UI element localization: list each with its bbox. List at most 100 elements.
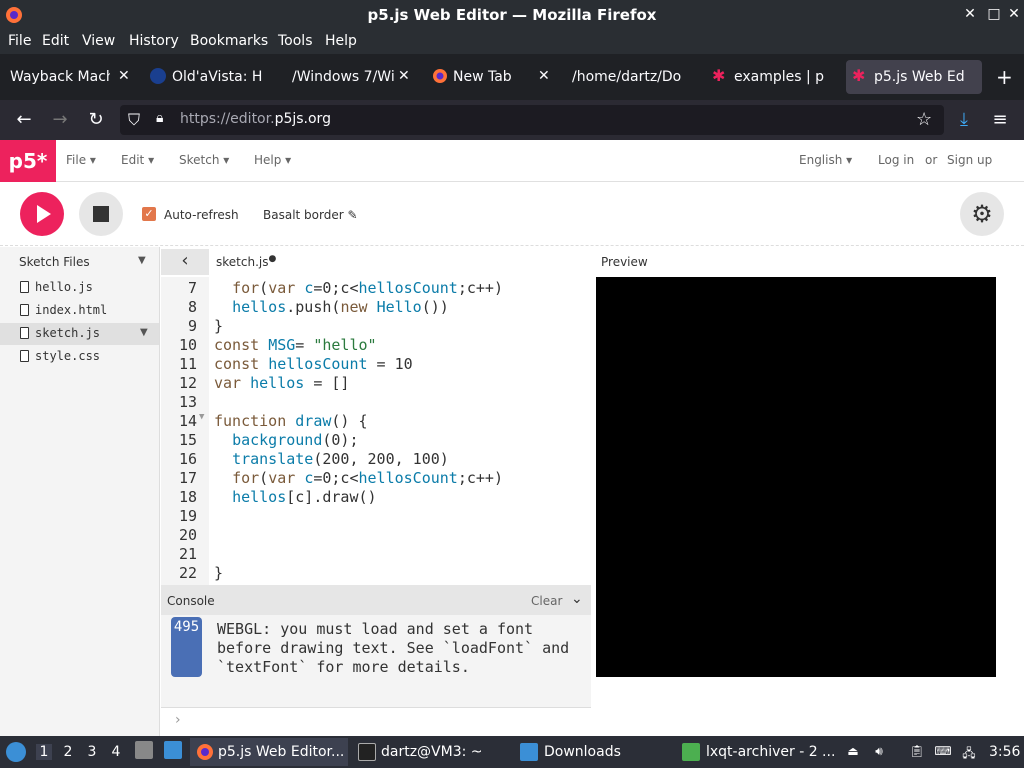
download-icon[interactable]: ⤓ [952, 108, 976, 132]
taskbar: 1 2 3 4 p5.js Web Editor... dartz@VM3: ~… [0, 736, 1024, 768]
chevron-right-icon: › [175, 712, 181, 728]
navigation-bar: ← → ↻ ⛉ 🔒︎ https://editor.p5js.org ☆ ⤓ ≡ [0, 100, 1024, 140]
volume-icon[interactable]: 🔊︎ [870, 744, 888, 760]
menu-history[interactable]: History [129, 33, 179, 49]
firefox-icon [433, 69, 447, 83]
file-item-index-html[interactable]: index.html [0, 300, 159, 322]
task-firefox[interactable]: p5.js Web Editor... [190, 738, 348, 766]
p5-asterisk-icon: ✱ [712, 66, 726, 85]
tab-wayback[interactable]: Wayback Machi ✕ [0, 60, 140, 94]
menu-view[interactable]: View [82, 33, 115, 49]
p5-logo[interactable]: p5* [0, 140, 56, 182]
clipboard-icon[interactable]: 📋︎ [908, 744, 926, 760]
sidebar-header: Sketch Files ▼ [0, 247, 160, 277]
sketch-name[interactable]: Basalt border ✎ [263, 208, 358, 222]
url-bar[interactable]: ⛉ 🔒︎ https://editor.p5js.org ☆ [120, 105, 944, 135]
file-item-style-css[interactable]: style.css [0, 346, 159, 368]
console-input[interactable]: › [161, 707, 591, 736]
chevron-down-icon[interactable]: ⌄ [571, 591, 583, 607]
or-text: or [925, 153, 938, 167]
autorefresh-checkbox[interactable]: ✓ [142, 207, 156, 221]
close-icon[interactable]: ✕ [118, 68, 130, 84]
tab-examples[interactable]: ✱ examples | p [706, 60, 844, 94]
archive-icon [682, 743, 700, 761]
plus-icon: + [996, 65, 1013, 89]
autorefresh-label: Auto-refresh [164, 208, 239, 222]
browser-menubar: File Edit View History Bookmarks Tools H… [0, 30, 1024, 54]
console-title: Console [167, 594, 215, 608]
tab-new-tab[interactable]: New Tab ✕ [426, 60, 562, 94]
maximize-button[interactable]: □ [984, 4, 1004, 24]
task-archiver[interactable]: lxqt-archiver - 2 ... [678, 738, 836, 766]
eject-icon[interactable]: ⏏ [844, 744, 862, 760]
play-button[interactable] [20, 192, 64, 236]
file-item-hello-js[interactable]: hello.js [0, 277, 159, 299]
star-icon[interactable]: ☆ [916, 109, 932, 130]
tab-oldavista[interactable]: Old'aVista: H [142, 60, 282, 94]
language-select[interactable]: English ▾ [799, 153, 852, 167]
workspace-3[interactable]: 3 [84, 744, 100, 760]
code-line: 14 ▼ function draw() { [178, 412, 368, 430]
task-downloads[interactable]: Downloads [516, 738, 666, 766]
reload-button[interactable]: ↻ [84, 108, 108, 132]
workspace-2[interactable]: 2 [60, 744, 76, 760]
file-icon [20, 281, 29, 293]
workspace-4[interactable]: 4 [108, 744, 124, 760]
workspace-1[interactable]: 1 [36, 744, 52, 760]
p5-toolbar: ✓ Auto-refresh Basalt border ✎ ⚙ [0, 182, 1024, 246]
unsaved-dot-icon: ● [268, 254, 277, 264]
menu-help[interactable]: Help [325, 33, 357, 49]
keyboard-icon[interactable]: ⌨ [934, 744, 952, 760]
tab-p5-editor[interactable]: ✱ p5.js Web Ed [846, 60, 982, 94]
window-titlebar: p5.js Web Editor — Mozilla Firefox ✕ □ ✕ [0, 0, 1024, 30]
close-icon[interactable]: ✕ [398, 68, 410, 84]
p5-menu-edit[interactable]: Edit ▾ [121, 153, 154, 167]
new-tab-button[interactable]: + [992, 60, 1016, 94]
p5-asterisk-icon: ✱ [852, 66, 866, 85]
back-button[interactable]: ← [12, 108, 36, 132]
task-terminal[interactable]: dartz@VM3: ~ [354, 738, 504, 766]
start-menu-icon[interactable] [6, 742, 26, 762]
menu-bookmarks[interactable]: Bookmarks [190, 33, 268, 49]
shield-icon[interactable]: ⛉ [128, 110, 140, 130]
preview-canvas[interactable] [596, 277, 996, 677]
clock: 3:56 [989, 744, 1021, 760]
signup-link[interactable]: Sign up [947, 153, 992, 167]
p5-menu-file[interactable]: File ▾ [66, 153, 96, 167]
settings-button[interactable]: ⚙ [960, 192, 1004, 236]
code-editor[interactable]: 7 for(var c=0;c<hellosCount;c++) 8 hello… [161, 277, 591, 585]
minimize-button[interactable]: ✕ [960, 4, 980, 24]
sketch-files-sidebar: Sketch Files ▼ hello.js index.html sketc… [0, 247, 160, 736]
file-item-sketch-js[interactable]: sketch.js ▼ [0, 323, 159, 345]
editor-file-tab[interactable]: sketch.js● [216, 254, 277, 269]
console-header: Console Clear ⌄ [161, 585, 591, 615]
tab-home-dartz[interactable]: /home/dartz/Do [564, 60, 704, 94]
chevron-left-icon: ‹ [181, 250, 189, 271]
p5-header: p5* File ▾ Edit ▾ Sketch ▾ Help ▾ Englis… [0, 140, 1024, 182]
chevron-down-icon[interactable]: ▼ [138, 255, 146, 266]
login-link[interactable]: Log in [878, 153, 914, 167]
collapse-sidebar-button[interactable]: ‹ [161, 249, 209, 275]
console-panel: Console Clear ⌄ 495 WEBGL: you must load… [161, 585, 591, 736]
menu-file[interactable]: File [8, 33, 31, 49]
file-manager-icon[interactable] [164, 741, 182, 759]
chevron-down-icon[interactable]: ▼ [140, 327, 148, 338]
tab-windows7[interactable]: /Windows 7/Wir ✕ [284, 60, 424, 94]
close-icon[interactable]: ✕ [538, 68, 550, 84]
p5-menu-help[interactable]: Help ▾ [254, 153, 291, 167]
url-text[interactable]: https://editor.p5js.org [180, 111, 331, 127]
show-desktop-icon[interactable] [135, 741, 153, 759]
menu-tools[interactable]: Tools [278, 33, 313, 49]
pencil-icon: ✎ [347, 208, 358, 222]
forward-button[interactable]: → [48, 108, 72, 132]
p5-menu-sketch[interactable]: Sketch ▾ [179, 153, 229, 167]
menu-edit[interactable]: Edit [42, 33, 69, 49]
stop-button[interactable] [79, 192, 123, 236]
lock-icon[interactable]: 🔒︎ [156, 110, 163, 126]
hamburger-menu-icon[interactable]: ≡ [988, 108, 1012, 132]
console-message: WEBGL: you must load and set a font befo… [217, 620, 570, 676]
close-button[interactable]: ✕ [1004, 4, 1024, 24]
folder-icon [520, 743, 538, 761]
console-clear-button[interactable]: Clear [531, 594, 562, 608]
network-icon[interactable]: 🖧 [960, 744, 978, 760]
